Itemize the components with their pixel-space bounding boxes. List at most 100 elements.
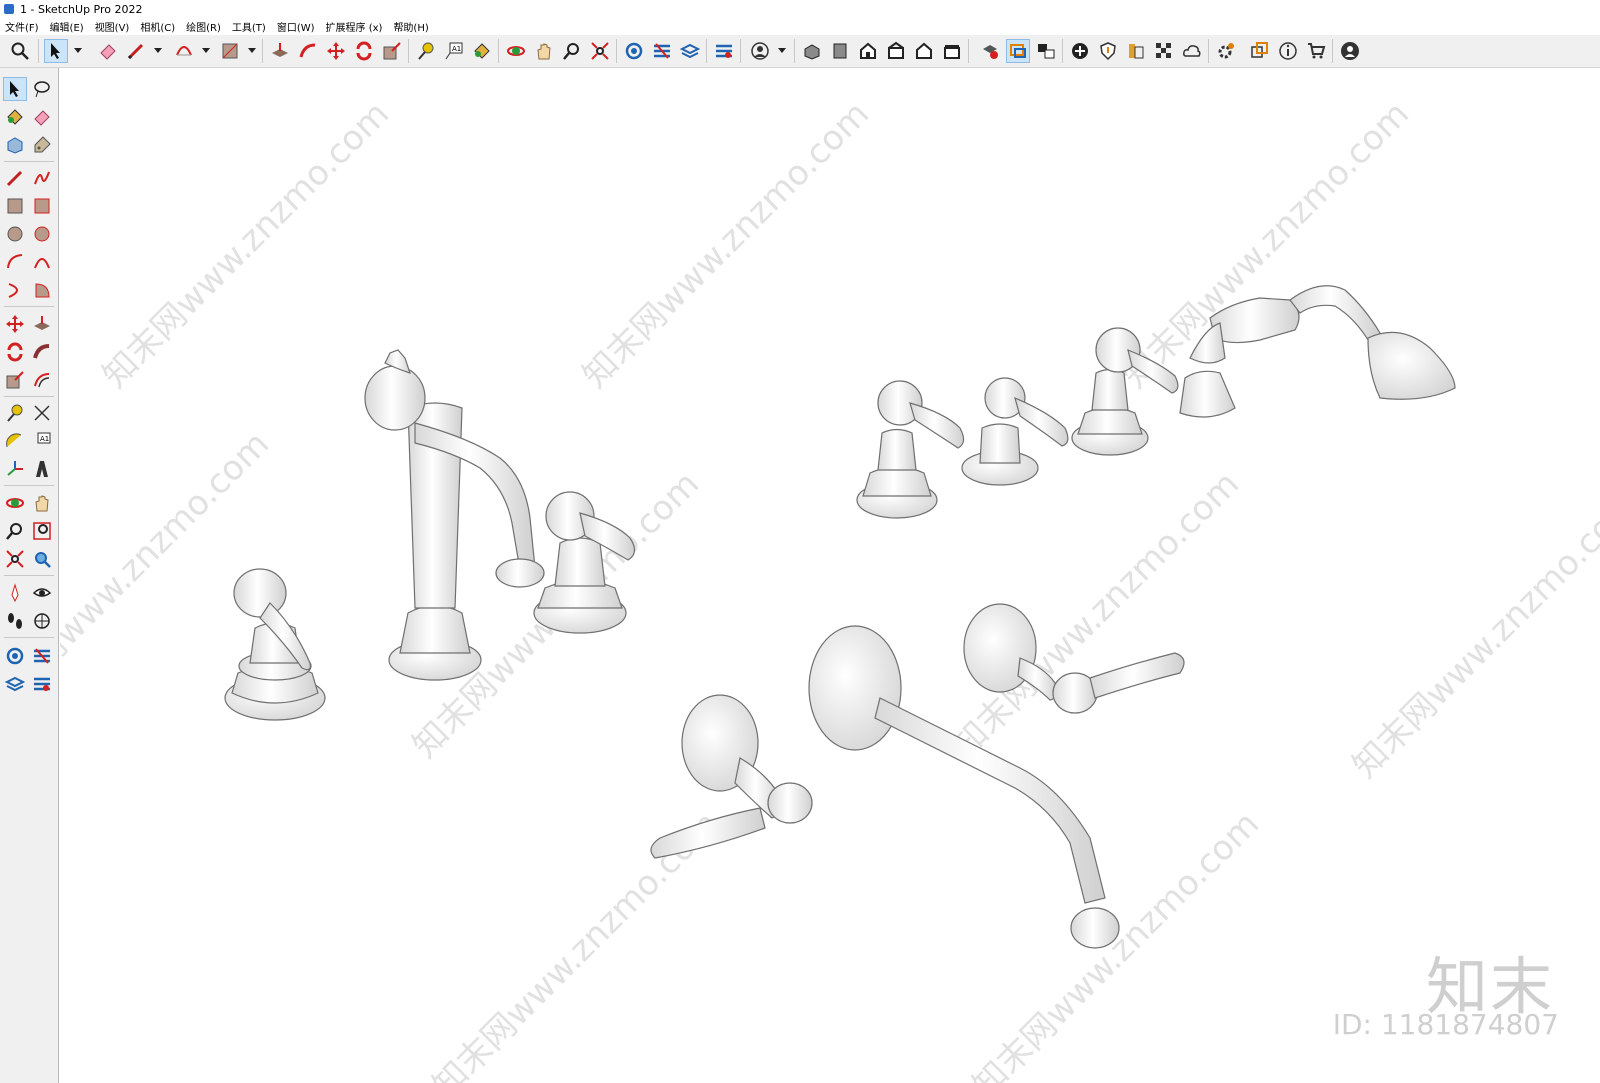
arc-icon[interactable] (172, 39, 196, 63)
layers-icon[interactable] (3, 672, 27, 696)
arc-icon[interactable] (3, 250, 27, 274)
follow-me-icon[interactable] (30, 340, 54, 364)
position-camera-icon[interactable] (3, 581, 27, 605)
previous-view-icon[interactable] (30, 547, 54, 571)
push-pull-icon[interactable] (30, 312, 54, 336)
rotate-icon[interactable] (3, 340, 27, 364)
layers-icon[interactable] (678, 39, 702, 63)
offset-icon[interactable] (30, 368, 54, 392)
text-icon[interactable]: A1 (442, 39, 466, 63)
move-icon[interactable] (3, 312, 27, 336)
text-icon[interactable]: A1 (30, 429, 54, 453)
cloud-upload-icon[interactable] (1180, 39, 1204, 63)
pencil-icon[interactable] (124, 39, 148, 63)
tape-measure-icon[interactable] (3, 401, 27, 425)
top-view-icon[interactable] (828, 39, 852, 63)
texture-checker-icon[interactable] (1152, 39, 1176, 63)
menu-edit[interactable]: 编辑(E) (45, 19, 90, 34)
menu-camera[interactable]: 相机(C) (135, 19, 181, 34)
front-view-icon[interactable] (856, 39, 880, 63)
info-icon[interactable] (1276, 39, 1300, 63)
menu-tools[interactable]: 工具(T) (227, 19, 272, 34)
select-dropdown-icon[interactable] (74, 48, 82, 53)
scale-icon[interactable] (3, 368, 27, 392)
profile-icon[interactable] (1338, 39, 1362, 63)
zoom-icon[interactable] (3, 519, 27, 543)
warehouse-icon[interactable] (622, 39, 646, 63)
walk-footprints-icon[interactable] (3, 609, 27, 633)
extension-manager-icon[interactable] (30, 672, 54, 696)
left-view-icon[interactable] (940, 39, 964, 63)
display-section-icon[interactable] (1034, 39, 1058, 63)
send-to-layout-icon[interactable] (1248, 39, 1272, 63)
pan-hand-icon[interactable] (532, 39, 556, 63)
pencil-icon[interactable] (3, 166, 27, 190)
rectangle-icon[interactable] (218, 39, 242, 63)
account-dropdown-icon[interactable] (778, 48, 786, 53)
rectangle-icon[interactable] (3, 194, 27, 218)
extension-manager-icon[interactable] (712, 39, 736, 63)
pie-icon[interactable] (30, 278, 54, 302)
hand-shower-model (1179, 285, 1456, 418)
menu-extensions[interactable]: 扩展程序 (x) (321, 19, 389, 34)
section-plane-icon[interactable] (1006, 39, 1030, 63)
shopping-cart-icon[interactable] (1304, 39, 1328, 63)
zoom-window-icon[interactable] (30, 519, 54, 543)
two-point-arc-icon[interactable] (30, 250, 54, 274)
eraser-icon[interactable] (30, 105, 54, 129)
tape-measure-icon[interactable] (414, 39, 438, 63)
shield-icon[interactable] (1096, 39, 1120, 63)
eraser-icon[interactable] (96, 39, 120, 63)
axes-icon[interactable] (3, 457, 27, 481)
make-component-icon[interactable] (3, 133, 27, 157)
menu-help[interactable]: 帮助(H) (388, 19, 434, 34)
pencil-dropdown-icon[interactable] (154, 48, 162, 53)
freehand-icon[interactable] (30, 166, 54, 190)
protractor-icon[interactable] (3, 429, 27, 453)
circle-icon[interactable] (3, 222, 27, 246)
back-view-icon[interactable] (912, 39, 936, 63)
orbit-icon[interactable] (504, 39, 528, 63)
user-account-icon[interactable] (748, 39, 772, 63)
warehouse-icon[interactable] (3, 644, 27, 668)
arc-dropdown-icon[interactable] (202, 48, 210, 53)
push-pull-icon[interactable] (268, 39, 292, 63)
follow-me-icon[interactable] (296, 39, 320, 63)
3d-text-icon[interactable] (30, 457, 54, 481)
search-icon[interactable] (8, 39, 32, 63)
polygon-icon[interactable] (30, 222, 54, 246)
menu-window[interactable]: 窗口(W) (272, 19, 321, 34)
extension-warehouse-icon[interactable] (30, 644, 54, 668)
orbit-icon[interactable] (3, 491, 27, 515)
zoom-extents-icon[interactable] (3, 547, 27, 571)
zoom-icon[interactable] (560, 39, 584, 63)
dimension-icon[interactable] (30, 401, 54, 425)
lasso-select-icon[interactable] (30, 77, 54, 101)
menu-file[interactable]: 文件(F) (0, 19, 45, 34)
component-check-icon[interactable] (978, 39, 1002, 63)
paint-bucket-icon[interactable] (3, 105, 27, 129)
extension-warehouse-icon[interactable] (650, 39, 674, 63)
three-point-arc-icon[interactable] (3, 278, 27, 302)
select-arrow-icon[interactable] (3, 77, 27, 101)
paint-bucket-icon[interactable] (470, 39, 494, 63)
menu-view[interactable]: 视图(V) (90, 19, 136, 34)
material-icon[interactable] (1124, 39, 1148, 63)
rotated-rectangle-icon[interactable] (30, 194, 54, 218)
iso-view-icon[interactable] (800, 39, 824, 63)
right-view-icon[interactable] (884, 39, 908, 63)
pan-hand-icon[interactable] (30, 491, 54, 515)
settings-gear-icon[interactable] (1214, 39, 1238, 63)
zoom-extents-icon[interactable] (588, 39, 612, 63)
look-around-eye-icon[interactable] (30, 581, 54, 605)
section-plane-icon[interactable] (30, 609, 54, 633)
rotate-icon[interactable] (352, 39, 376, 63)
move-icon[interactable] (324, 39, 348, 63)
tag-icon[interactable] (30, 133, 54, 157)
rectangle-dropdown-icon[interactable] (248, 48, 256, 53)
scale-icon[interactable] (380, 39, 404, 63)
model-viewport[interactable]: 知末网www.znzmo.com 知末网www.znzmo.com 知末网www… (60, 68, 1600, 1083)
select-arrow-icon[interactable] (44, 39, 68, 63)
menu-draw[interactable]: 绘图(R) (181, 19, 227, 34)
add-location-icon[interactable] (1068, 39, 1092, 63)
